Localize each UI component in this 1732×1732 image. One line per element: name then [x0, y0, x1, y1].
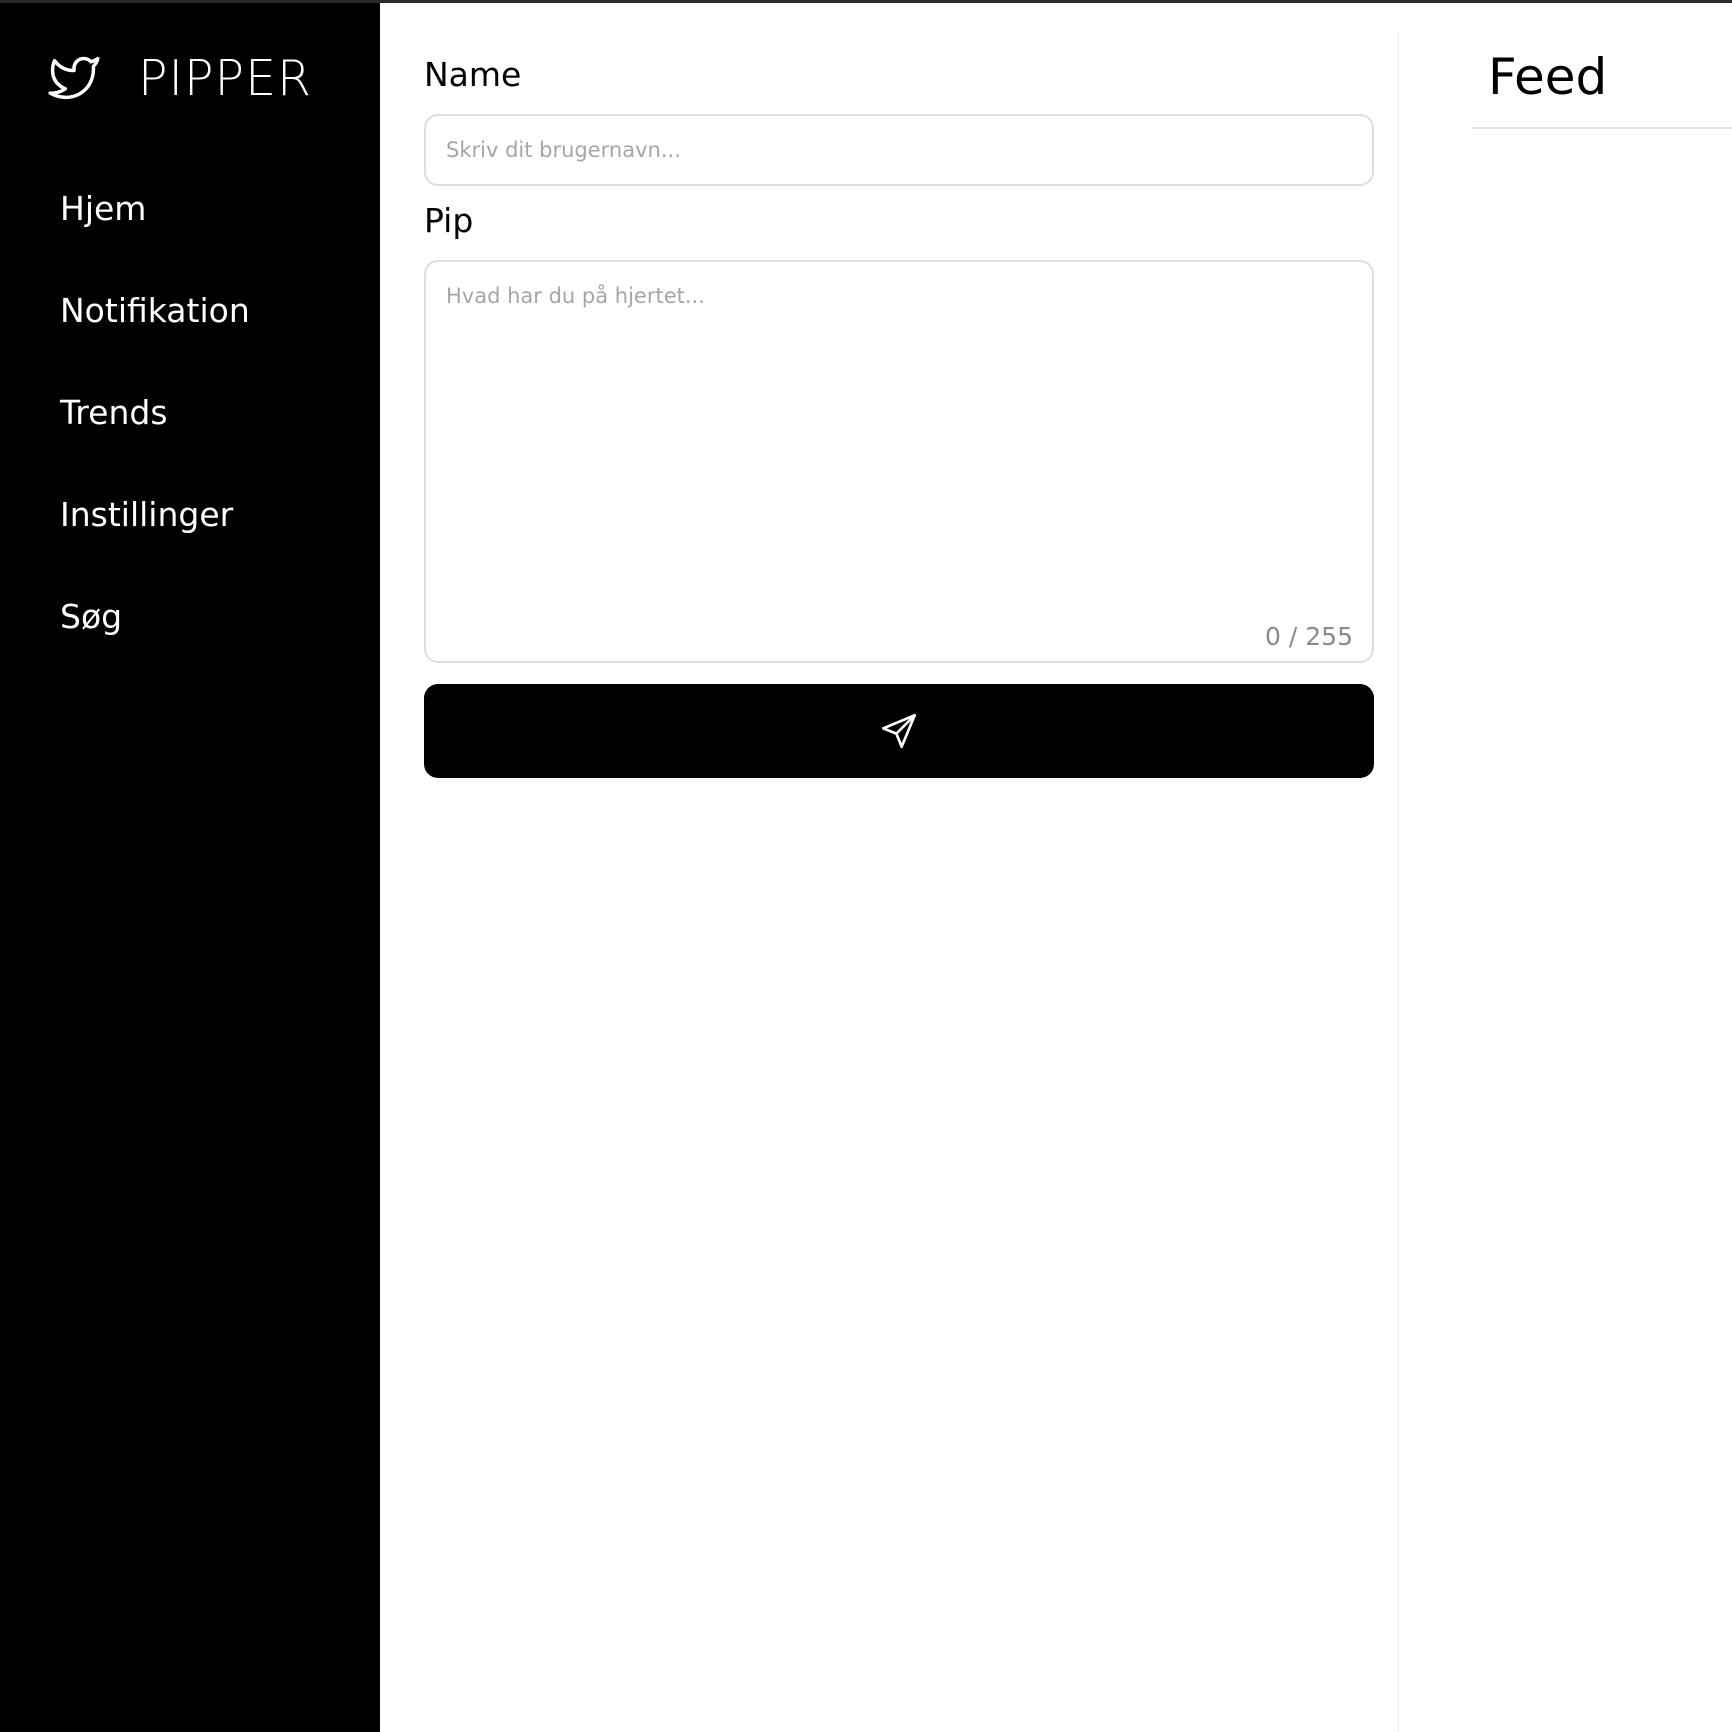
- sidebar-item-trends[interactable]: Trends: [60, 383, 250, 485]
- pip-textarea[interactable]: [426, 262, 1372, 661]
- sidebar-nav: Hjem Notifikation Trends Instillinger Sø…: [60, 179, 250, 689]
- column-divider: [1398, 32, 1399, 1732]
- send-button[interactable]: [424, 684, 1374, 778]
- brand-name: PIPPER: [138, 49, 313, 107]
- feed-divider: [1471, 127, 1732, 129]
- name-label: Name: [424, 55, 522, 94]
- send-icon: [881, 713, 917, 749]
- sidebar-item-instillinger[interactable]: Instillinger: [60, 485, 250, 587]
- sidebar-item-notifikation[interactable]: Notifikation: [60, 281, 250, 383]
- pip-label: Pip: [424, 201, 474, 240]
- char-counter: 0 / 255: [1265, 622, 1353, 651]
- pip-field: 0 / 255: [424, 260, 1374, 663]
- bird-icon: [48, 56, 100, 99]
- sidebar-item-hjem[interactable]: Hjem: [60, 179, 250, 281]
- sidebar-item-sog[interactable]: Søg: [60, 587, 250, 689]
- name-input[interactable]: [424, 114, 1374, 186]
- sidebar: PIPPER Hjem Notifikation Trends Instilli…: [0, 3, 380, 1732]
- brand-logo[interactable]: PIPPER: [48, 45, 312, 111]
- feed-title: Feed: [1488, 48, 1608, 106]
